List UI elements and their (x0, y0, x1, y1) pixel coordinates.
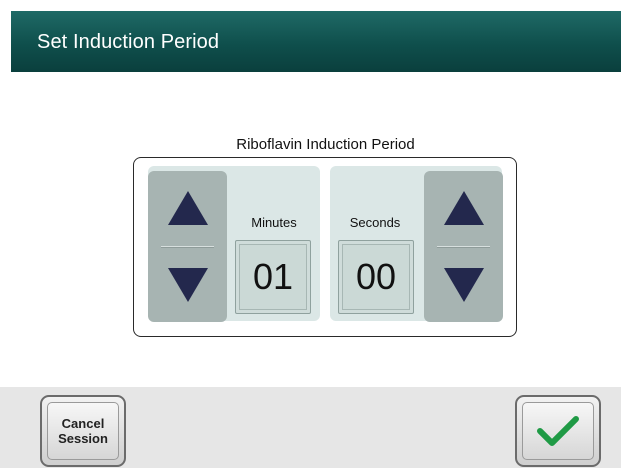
minutes-increment-button[interactable] (148, 171, 227, 245)
seconds-increment-button[interactable] (424, 171, 503, 245)
header-bar: Set Induction Period (11, 11, 621, 72)
panel-title: Riboflavin Induction Period (236, 136, 415, 153)
arrow-down-icon (443, 268, 484, 302)
cancel-session-label: Cancel Session (47, 402, 119, 460)
cancel-label-line2: Session (58, 431, 108, 446)
seconds-label: Seconds (349, 215, 401, 230)
minutes-decrement-button[interactable] (148, 248, 227, 322)
seconds-group: Seconds 00 (330, 166, 503, 322)
cancel-label-line1: Cancel (61, 416, 105, 431)
minutes-label: Minutes (251, 215, 297, 230)
checkmark-icon (537, 416, 579, 446)
arrow-down-icon (167, 268, 208, 302)
minutes-value: 01 (239, 244, 307, 310)
cancel-session-button[interactable]: Cancel Session (40, 395, 126, 467)
divider (161, 246, 214, 247)
divider (437, 246, 490, 247)
page-title: Set Induction Period (37, 31, 220, 53)
induction-period-panel: Minutes 01 Seconds 00 (133, 157, 517, 337)
minutes-group: Minutes 01 (148, 166, 320, 322)
arrow-up-icon (167, 191, 208, 225)
arrow-up-icon (443, 191, 484, 225)
minutes-value-field[interactable]: 01 (235, 240, 311, 314)
seconds-arrows (424, 171, 503, 322)
seconds-value-field[interactable]: 00 (338, 240, 414, 314)
minutes-arrows (148, 171, 227, 322)
confirm-button-face (522, 402, 594, 460)
seconds-value: 00 (342, 244, 410, 310)
seconds-decrement-button[interactable] (424, 248, 503, 322)
confirm-button[interactable] (515, 395, 601, 467)
